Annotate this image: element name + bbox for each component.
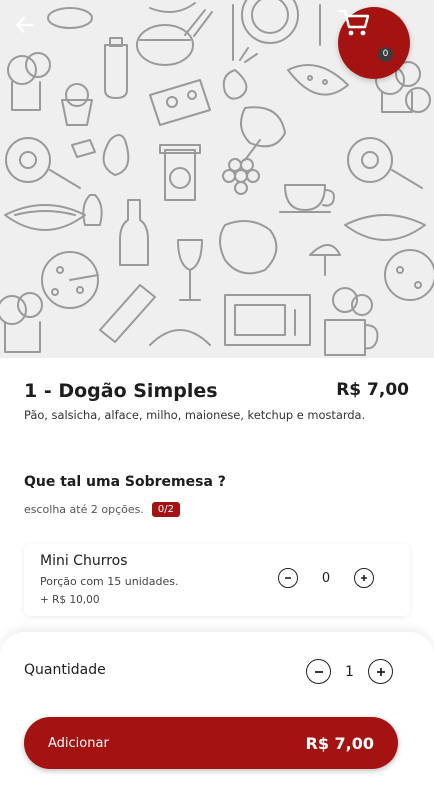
addon-option-name: Mini Churros: [40, 553, 128, 569]
addon-quantity-value: 0: [321, 570, 331, 586]
product-description: Pão, salsicha, alface, milho, maionese, …: [24, 408, 366, 422]
quantity-stepper: 1: [306, 659, 393, 684]
addon-option-description: Porção com 15 unidades.: [40, 575, 179, 588]
back-button[interactable]: [14, 14, 50, 50]
addon-group-subtitle: escolha até 2 opções. 0/2: [24, 502, 180, 517]
cart-button[interactable]: 0: [338, 7, 410, 79]
plus-icon: [376, 667, 385, 676]
quantity-label: Quantidade: [24, 662, 106, 678]
cart-count-badge: 0: [378, 47, 393, 62]
addon-group-instruction: escolha até 2 opções.: [24, 503, 144, 516]
product-hero-image: 0: [0, 0, 434, 358]
selection-count-badge: 0/2: [151, 502, 180, 517]
add-button-label: Adicionar: [48, 735, 109, 751]
order-footer: Quantidade 1 Adicionar R$ 7,00: [0, 632, 434, 800]
shopping-cart-icon: [338, 9, 370, 36]
minus-icon: [314, 670, 323, 673]
addon-increase-button[interactable]: [354, 568, 374, 588]
addon-quantity-stepper: 0: [278, 568, 374, 588]
plus-icon: [361, 575, 367, 581]
increase-quantity-button[interactable]: [368, 659, 393, 684]
minus-icon: [285, 577, 291, 579]
add-button-price: R$ 7,00: [305, 733, 375, 753]
decrease-quantity-button[interactable]: [306, 659, 331, 684]
addon-option-card: Mini Churros Porção com 15 unidades. + R…: [24, 544, 410, 616]
product-title: 1 - Dogão Simples: [24, 380, 218, 402]
quantity-value: 1: [345, 663, 354, 680]
addon-group-title: Que tal uma Sobremesa ?: [24, 474, 226, 490]
addon-option-price: + R$ 10,00: [40, 594, 100, 606]
arrow-left-icon: [15, 16, 34, 34]
add-to-cart-button[interactable]: Adicionar R$ 7,00: [24, 717, 398, 769]
product-price: R$ 7,00: [336, 380, 409, 400]
addon-decrease-button[interactable]: [278, 568, 298, 588]
